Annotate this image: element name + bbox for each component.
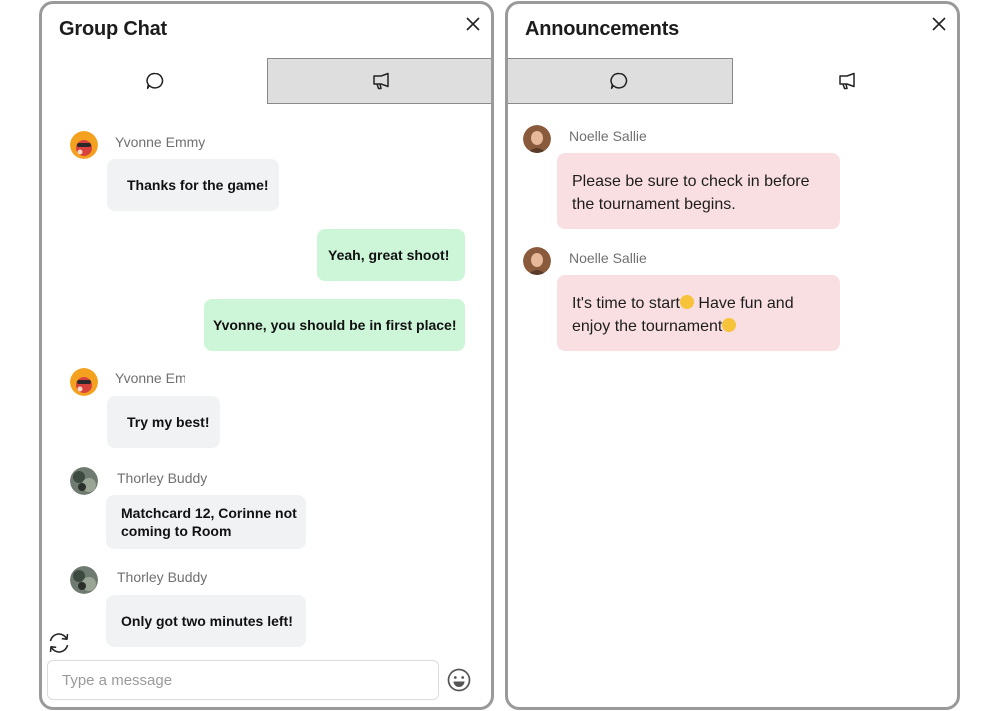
refresh-icon <box>49 633 69 653</box>
close-icon <box>466 17 480 31</box>
refresh-button[interactable] <box>46 630 72 656</box>
announcement-text-line: enjoy the tournament <box>572 315 737 338</box>
message-input[interactable] <box>47 660 439 700</box>
avatar[interactable] <box>70 467 98 495</box>
message-bubble: Yeah, great shoot! <box>317 229 465 281</box>
chat-bubble-icon <box>145 72 163 90</box>
message-bubble: Yvonne, you should be in first place! <box>204 299 465 351</box>
message-bubble: Matchcard 12, Corinne not coming to Room <box>106 495 306 549</box>
megaphone-icon <box>839 72 855 90</box>
announcement-text: It's time to start <box>572 295 680 312</box>
announcement-bubble: Please be sure to check in before the to… <box>557 153 840 229</box>
message-bubble: Try my best! <box>107 396 220 448</box>
sender-name: Noelle Sallie <box>569 250 647 266</box>
sender-name: Noelle Sallie <box>569 128 647 144</box>
group-chat-panel: Group Chat Yvonne Emmy Thanks for the ga… <box>39 1 494 710</box>
tab-chat[interactable] <box>508 58 733 104</box>
announcements-title: Announcements <box>525 18 680 40</box>
sender-name: Yvonne Emmy <box>115 134 206 150</box>
smirk-emoji-icon <box>679 295 694 309</box>
group-chat-title: Group Chat <box>59 18 167 40</box>
avatar[interactable] <box>523 247 551 275</box>
announcement-text-line: the tournament begins. <box>572 196 736 213</box>
megaphone-icon <box>373 72 389 90</box>
avatar[interactable] <box>523 125 551 153</box>
chat-bubble-icon <box>610 72 628 90</box>
announcement-text: enjoy the tournament <box>572 318 723 335</box>
announcement-text-line: Please be sure to check in before <box>572 173 810 190</box>
close-icon <box>932 17 946 31</box>
sender-name: Yvonne Emmy <box>115 370 185 386</box>
announcements-panel: Announcements Noelle Sallie Please be su… <box>505 1 960 710</box>
announcement-bubble: It's time to start Have fun and enjoy th… <box>557 275 840 351</box>
tab-announcements[interactable] <box>267 58 491 104</box>
close-button[interactable] <box>929 14 949 34</box>
message-bubble: Thanks for the game! <box>107 159 279 211</box>
sender-name: Thorley Buddy <box>117 470 208 486</box>
tab-chat[interactable] <box>42 58 267 104</box>
hugging-emoji-icon <box>722 318 737 332</box>
close-button[interactable] <box>463 14 483 34</box>
tab-announcements[interactable] <box>733 58 957 104</box>
message-bubble: Only got two minutes left! <box>106 595 306 647</box>
announcement-text-line: It's time to start Have fun and <box>572 292 794 315</box>
avatar[interactable] <box>70 368 98 396</box>
announcement-text: Have fun and <box>693 295 794 312</box>
avatar[interactable] <box>70 131 98 159</box>
emoji-button[interactable] <box>446 667 472 693</box>
sender-name: Thorley Buddy <box>117 569 208 585</box>
avatar[interactable] <box>70 566 98 594</box>
smiley-icon <box>447 668 471 692</box>
